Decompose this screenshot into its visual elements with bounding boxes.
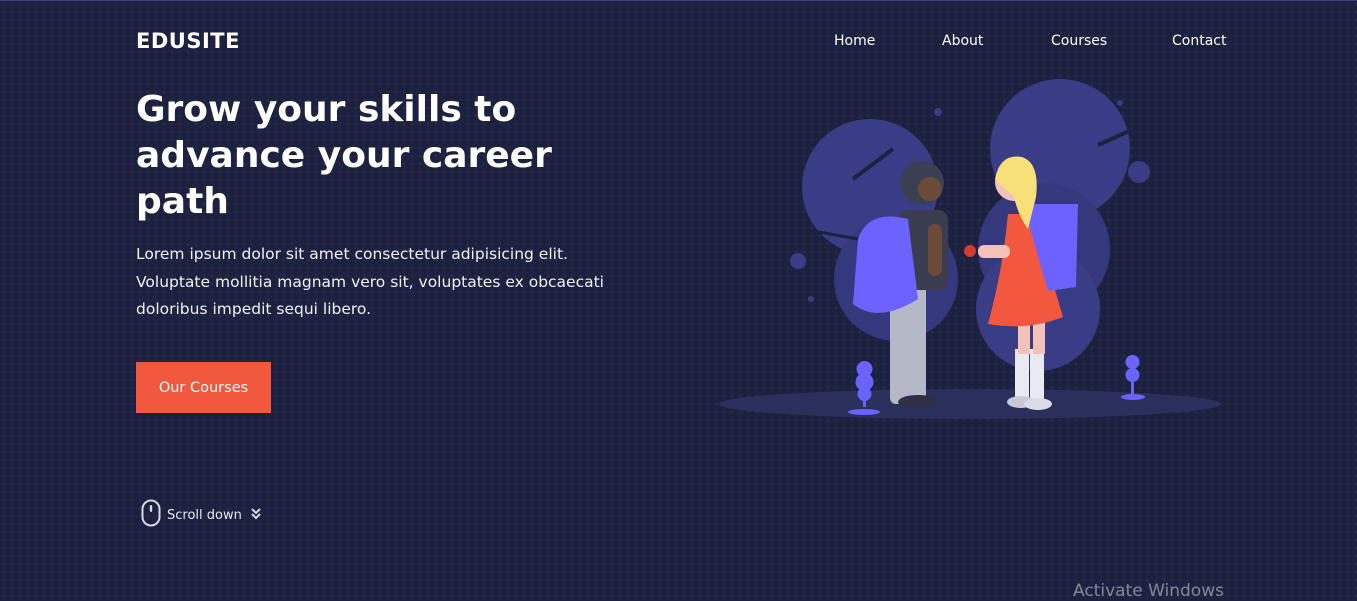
double-chevron-down-icon xyxy=(250,506,262,525)
nav-link-courses[interactable]: Courses xyxy=(1051,33,1107,49)
main-nav: Home About Courses Contact xyxy=(0,33,1357,53)
hero-title: Grow your skills to advance your career … xyxy=(136,89,552,222)
hero-description: Lorem ipsum dolor sit amet consectetur a… xyxy=(136,245,604,318)
scroll-down-label: Scroll down xyxy=(167,507,242,523)
nav-link-home[interactable]: Home xyxy=(834,33,875,49)
mouse-icon xyxy=(141,499,161,531)
our-courses-button[interactable]: Our Courses xyxy=(136,362,271,413)
scroll-down-indicator[interactable]: Scroll down xyxy=(141,499,262,531)
nav-link-contact[interactable]: Contact xyxy=(1172,33,1226,49)
nav-link-about[interactable]: About xyxy=(942,33,983,49)
students-illustration xyxy=(718,79,1228,428)
activate-windows-watermark: Activate Windows xyxy=(1073,581,1224,601)
